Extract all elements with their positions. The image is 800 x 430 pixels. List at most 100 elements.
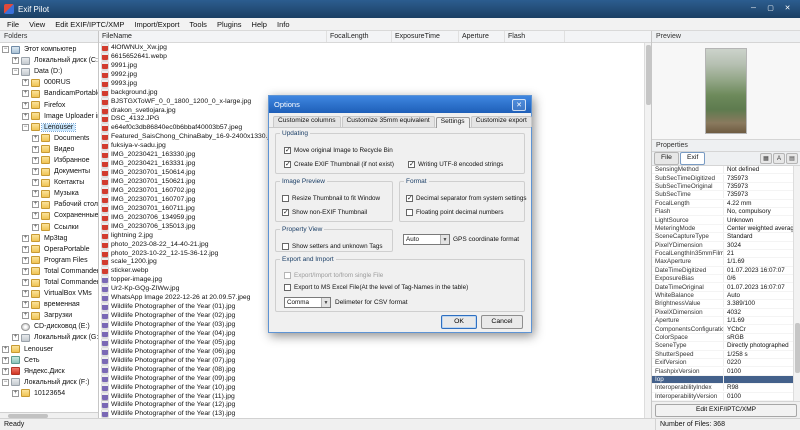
- property-row-datetimeoriginal[interactable]: DateTimeOriginal 01.07.2023 16:07:07: [652, 283, 793, 292]
- expand-icon[interactable]: +: [22, 267, 29, 275]
- expand-icon[interactable]: +: [12, 57, 19, 65]
- property-row-brightnessvalue[interactable]: BrightnessValue 3.389/100: [652, 300, 793, 309]
- tree-item-сохраненные-игр[interactable]: + Сохраненные игр: [0, 210, 98, 221]
- expand-icon[interactable]: +: [22, 112, 29, 120]
- expand-icon[interactable]: +: [2, 345, 9, 353]
- tree-item-ссылки[interactable]: + Ссылки: [0, 222, 98, 233]
- expand-icon[interactable]: +: [32, 156, 39, 164]
- property-row-aperture[interactable]: Aperture 1/1.69: [652, 317, 793, 326]
- file-row[interactable]: 9992.jpg: [99, 70, 644, 79]
- column-header-exposuretime[interactable]: ExposureTime: [392, 31, 459, 42]
- expand-icon[interactable]: +: [22, 79, 29, 87]
- property-row-flashpixversion[interactable]: FlashpixVersion 0100: [652, 367, 793, 376]
- expand-icon[interactable]: +: [22, 256, 29, 264]
- collapse-icon[interactable]: −: [12, 68, 19, 76]
- tree-item-локальный-диск-c[interactable]: + Локальный диск (C:): [0, 55, 98, 66]
- expand-icon[interactable]: +: [22, 90, 29, 98]
- property-row-interoperabilityversion[interactable]: InteroperabilityVersion 0100: [652, 392, 793, 401]
- tree-item-контакты[interactable]: + Контакты: [0, 177, 98, 188]
- tree-item-total-commander[interactable]: + Total Commander: [0, 266, 98, 277]
- expand-icon[interactable]: +: [2, 356, 9, 364]
- tab-customize-export[interactable]: Customize export: [470, 116, 532, 127]
- expand-icon[interactable]: +: [22, 101, 29, 109]
- tab-customize-columns[interactable]: Customize columns: [273, 116, 341, 127]
- checkbox-checked-icon[interactable]: [408, 161, 415, 169]
- expand-icon[interactable]: +: [32, 201, 39, 209]
- tree-item-документы[interactable]: + Документы: [0, 166, 98, 177]
- checkbox-unchecked-icon[interactable]: [284, 272, 291, 279]
- tree-item-mp3tag[interactable]: + Mp3tag: [0, 233, 98, 244]
- csv-delimiter-select[interactable]: Comma ▼: [284, 297, 331, 308]
- categorized-view-icon[interactable]: ▦: [760, 153, 772, 164]
- checkbox-single-file[interactable]: Export/Import to/from single File: [284, 271, 383, 280]
- close-icon[interactable]: ✕: [779, 0, 796, 18]
- tree-item-локальный-диск-g[interactable]: + Локальный диск (G:): [0, 332, 98, 343]
- property-row-pixelxdimension[interactable]: PixelXDimension 4032: [652, 308, 793, 318]
- collapse-icon[interactable]: −: [2, 46, 9, 54]
- collapse-icon[interactable]: −: [22, 123, 29, 131]
- checkbox-create-exif-thumbnail[interactable]: Create EXIF Thumbnail (if not exist): [284, 160, 394, 169]
- checkbox-checked-icon[interactable]: [282, 209, 289, 217]
- properties-tab-exif[interactable]: Exif: [679, 152, 706, 165]
- checkbox-floating-point[interactable]: Floating point decimal numbers: [406, 208, 504, 217]
- checkbox-utf8-strings[interactable]: Writing UTF-8 encoded strings: [408, 160, 503, 169]
- property-row-colorspace[interactable]: ColorSpace sRGB: [652, 334, 793, 343]
- gps-format-select[interactable]: Auto ▼: [403, 234, 450, 245]
- property-row-exposurebias[interactable]: ExposureBias 0/6: [652, 275, 793, 284]
- file-row[interactable]: 9991.jpg: [99, 61, 644, 70]
- tree-item-музыка[interactable]: + Музыка: [0, 188, 98, 199]
- scrollbar-thumb[interactable]: [795, 323, 800, 373]
- checkbox-unchecked-icon[interactable]: [284, 284, 291, 291]
- menu-import-export[interactable]: Import/Export: [129, 20, 184, 29]
- property-row-subsectime[interactable]: SubSecTime 735973: [652, 191, 793, 200]
- tree-item-program-files[interactable]: + Program Files: [0, 255, 98, 266]
- file-row[interactable]: Wildlife Photographer of the Year (12).j…: [99, 401, 644, 410]
- alphabetical-view-icon[interactable]: A: [773, 153, 785, 164]
- column-header-flash[interactable]: Flash: [505, 31, 565, 42]
- menu-file[interactable]: File: [2, 20, 24, 29]
- tree-item-000rus[interactable]: +000RUS: [0, 77, 98, 88]
- property-pages-icon[interactable]: ▤: [786, 153, 798, 164]
- tree-item-избранное[interactable]: + Избранное: [0, 155, 98, 166]
- file-list-scrollbar[interactable]: [644, 43, 651, 418]
- file-row[interactable]: Wildlife Photographer of the Year (07).j…: [99, 356, 644, 365]
- tree-item-cd-дисковод-e[interactable]: CD-дисковод (E:): [0, 321, 98, 332]
- scrollbar-thumb[interactable]: [646, 45, 651, 105]
- expand-icon[interactable]: +: [32, 145, 39, 153]
- expand-icon[interactable]: +: [2, 367, 9, 375]
- column-header-aperture[interactable]: Aperture: [459, 31, 505, 42]
- file-row[interactable]: Wildlife Photographer of the Year (11).j…: [99, 392, 644, 401]
- property-row-exifversion[interactable]: ExifVersion 0220: [652, 359, 793, 368]
- expand-icon[interactable]: +: [32, 190, 39, 198]
- property-row-datetimedigitized[interactable]: DateTimeDigitized 01.07.2023 16:07:07: [652, 266, 793, 276]
- expand-icon[interactable]: +: [22, 312, 29, 320]
- tree-item-firefox[interactable]: + Firefox: [0, 99, 98, 110]
- property-row-meteringmode[interactable]: MeteringMode Center weighted average: [652, 224, 793, 234]
- ok-button[interactable]: OK: [441, 315, 477, 329]
- edit-exif-button[interactable]: Edit EXIF/IPTC/XMP: [654, 403, 798, 417]
- expand-icon[interactable]: +: [32, 212, 39, 220]
- tree-item-временная[interactable]: + временная: [0, 299, 98, 310]
- tree-item-10123654[interactable]: +10123654: [0, 388, 98, 399]
- property-row-shutterspeed[interactable]: ShutterSpeed 1/258 s: [652, 350, 793, 359]
- expand-icon[interactable]: +: [32, 134, 39, 142]
- tree-item-яндекс-диск[interactable]: + Яндекс.Диск: [0, 366, 98, 377]
- tree-item-bandicamportable[interactable]: + BandicamPortable: [0, 88, 98, 99]
- checkbox-checked-icon[interactable]: [406, 195, 413, 203]
- property-row-interoperabilityindex[interactable]: InteroperabilityIndex R98: [652, 384, 793, 393]
- property-row-pixelydimension[interactable]: PixelYDimension 3024: [652, 241, 793, 250]
- expand-icon[interactable]: +: [22, 301, 29, 309]
- tab-customize-35mm-equivalent[interactable]: Customize 35mm equivalent: [341, 116, 435, 127]
- property-row-sensingmethod[interactable]: SensingMethod Not defined: [652, 166, 793, 175]
- property-row-subsectimedigitized[interactable]: SubSecTimeDigitized 735973: [652, 174, 793, 183]
- tree-item-сеть[interactable]: + Сеть: [0, 355, 98, 366]
- file-row[interactable]: Wildlife Photographer of the Year (10).j…: [99, 383, 644, 392]
- column-header-focallength[interactable]: FocalLength: [327, 31, 392, 42]
- checkbox-resize-thumbnail[interactable]: Resize Thumbnail to fit Window: [282, 194, 380, 203]
- tree-item-локальный-диск-f[interactable]: − Локальный диск (F:): [0, 377, 98, 388]
- maximize-icon[interactable]: ▢: [762, 0, 779, 18]
- checkbox-show-setters[interactable]: Show setters and unknown Tags: [282, 242, 383, 251]
- tree-item-total-commander-old[interactable]: + Total Commander(old): [0, 277, 98, 288]
- menu-help[interactable]: Help: [247, 20, 272, 29]
- property-row-lightsource[interactable]: LightSource Unknown: [652, 216, 793, 225]
